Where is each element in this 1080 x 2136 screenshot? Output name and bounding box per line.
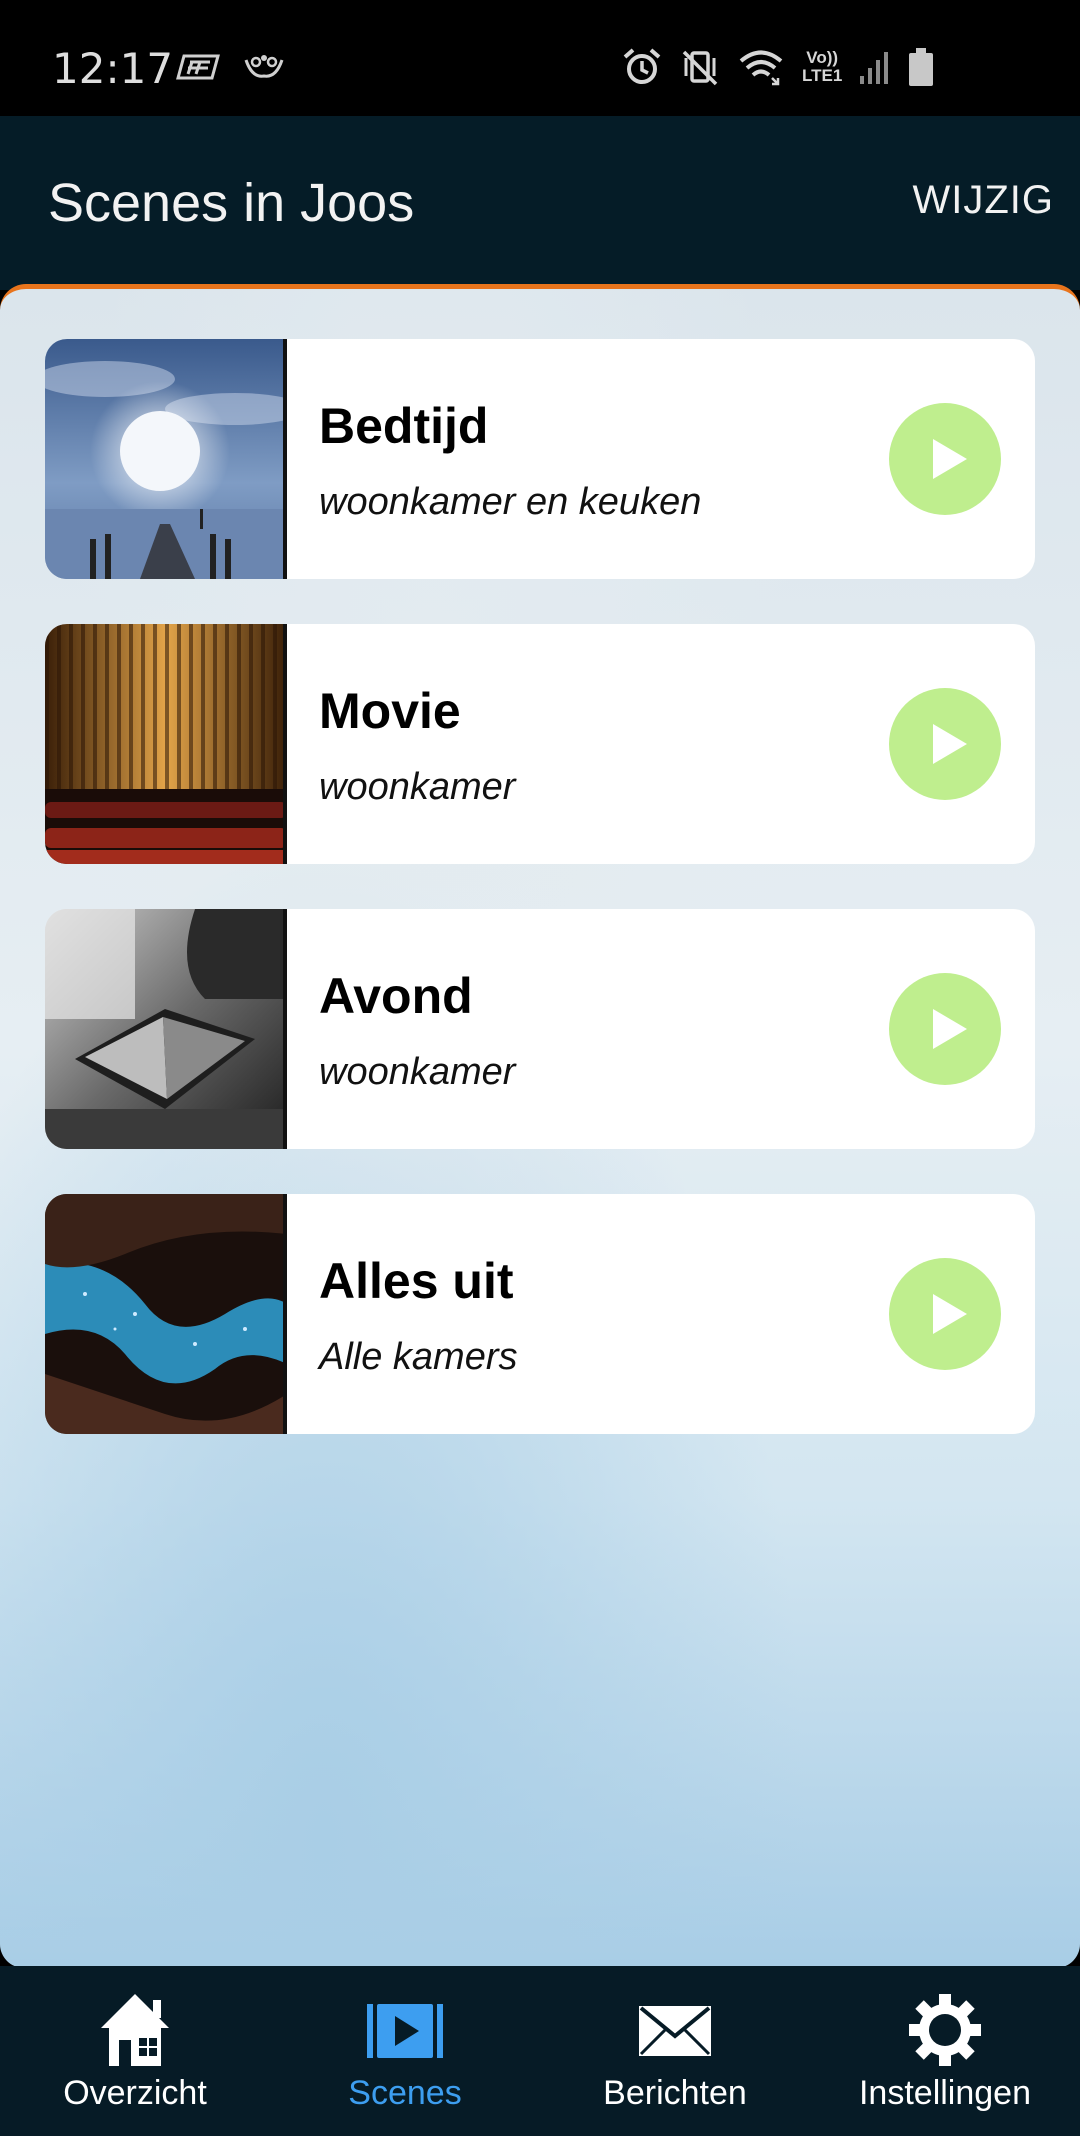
status-bar: 12:17 Vo)) LTE1: [0, 0, 1080, 116]
wifi-icon: [738, 48, 784, 86]
status-time: 12:17: [52, 44, 174, 93]
status-left-icons: [176, 52, 286, 82]
gear-icon: [909, 1994, 981, 2066]
nav-item-berichten[interactable]: Berichten: [540, 1966, 810, 2136]
play-icon: [933, 1009, 967, 1049]
play-icon: [933, 439, 967, 479]
signal-icon: [860, 50, 890, 84]
scene-thumbnail-book-reading: [45, 909, 287, 1149]
scene-rooms: woonkamer en keuken: [319, 481, 702, 523]
scenes-list: Bedtijd woonkamer en keuken Movie woonka…: [0, 284, 1080, 1968]
home-icon: [101, 1994, 169, 2066]
nav-label: Overzicht: [63, 2074, 207, 2112]
bottom-navigation: Overzicht Scenes Berichten Instellingen: [0, 1966, 1080, 2136]
scene-thumbnail-cinema-curtain: [45, 624, 287, 864]
scene-card[interactable]: Movie woonkamer: [45, 624, 1035, 864]
page-title: Scenes in Joos: [48, 173, 415, 233]
scene-card[interactable]: Alles uit Alle kamers: [45, 1194, 1035, 1434]
scene-rooms: woonkamer: [319, 1051, 516, 1093]
scene-card[interactable]: Avond woonkamer: [45, 909, 1035, 1149]
scene-card[interactable]: Bedtijd woonkamer en keuken: [45, 339, 1035, 579]
nav-label: Instellingen: [858, 2074, 1031, 2112]
scene-name: Bedtijd: [319, 398, 489, 454]
nav-item-instellingen[interactable]: Instellingen: [810, 1966, 1080, 2136]
vibrate-icon: [680, 48, 720, 86]
status-right-icons: Vo)) LTE1: [622, 48, 934, 86]
nav-label: Berichten: [603, 2074, 747, 2112]
scene-rooms: Alle kamers: [319, 1336, 518, 1378]
nav-label: Scenes: [348, 2074, 462, 2112]
nav-item-scenes[interactable]: Scenes: [270, 1966, 540, 2136]
app-header: Scenes in Joos WIJZIG: [0, 116, 1080, 290]
scene-name: Avond: [319, 968, 473, 1024]
battery-icon: [908, 48, 934, 86]
scene-rooms: woonkamer: [319, 766, 516, 808]
play-button[interactable]: [889, 1258, 1001, 1370]
scene-thumbnail-canyon-stars: [45, 1194, 287, 1434]
envelope-icon: [639, 2006, 711, 2056]
nav-item-overzicht[interactable]: Overzicht: [0, 1966, 270, 2136]
lte-icon: Vo)) LTE1: [802, 49, 842, 85]
play-icon: [933, 724, 967, 764]
lte-top-label: Vo)): [806, 48, 839, 67]
play-icon: [933, 1294, 967, 1334]
play-button[interactable]: [889, 973, 1001, 1085]
lte-bottom-label: LTE1: [802, 66, 843, 85]
app-notification-icon: [176, 52, 220, 82]
edit-button[interactable]: WIJZIG: [912, 178, 1054, 223]
alarm-icon: [622, 48, 662, 86]
scene-name: Alles uit: [319, 1253, 514, 1309]
scene-name: Movie: [319, 683, 461, 739]
scene-thumbnail-moon-pier: [45, 339, 287, 579]
play-screen-icon: [367, 2004, 443, 2058]
play-button[interactable]: [889, 403, 1001, 515]
app-notification-icon-2: [242, 52, 286, 82]
play-button[interactable]: [889, 688, 1001, 800]
